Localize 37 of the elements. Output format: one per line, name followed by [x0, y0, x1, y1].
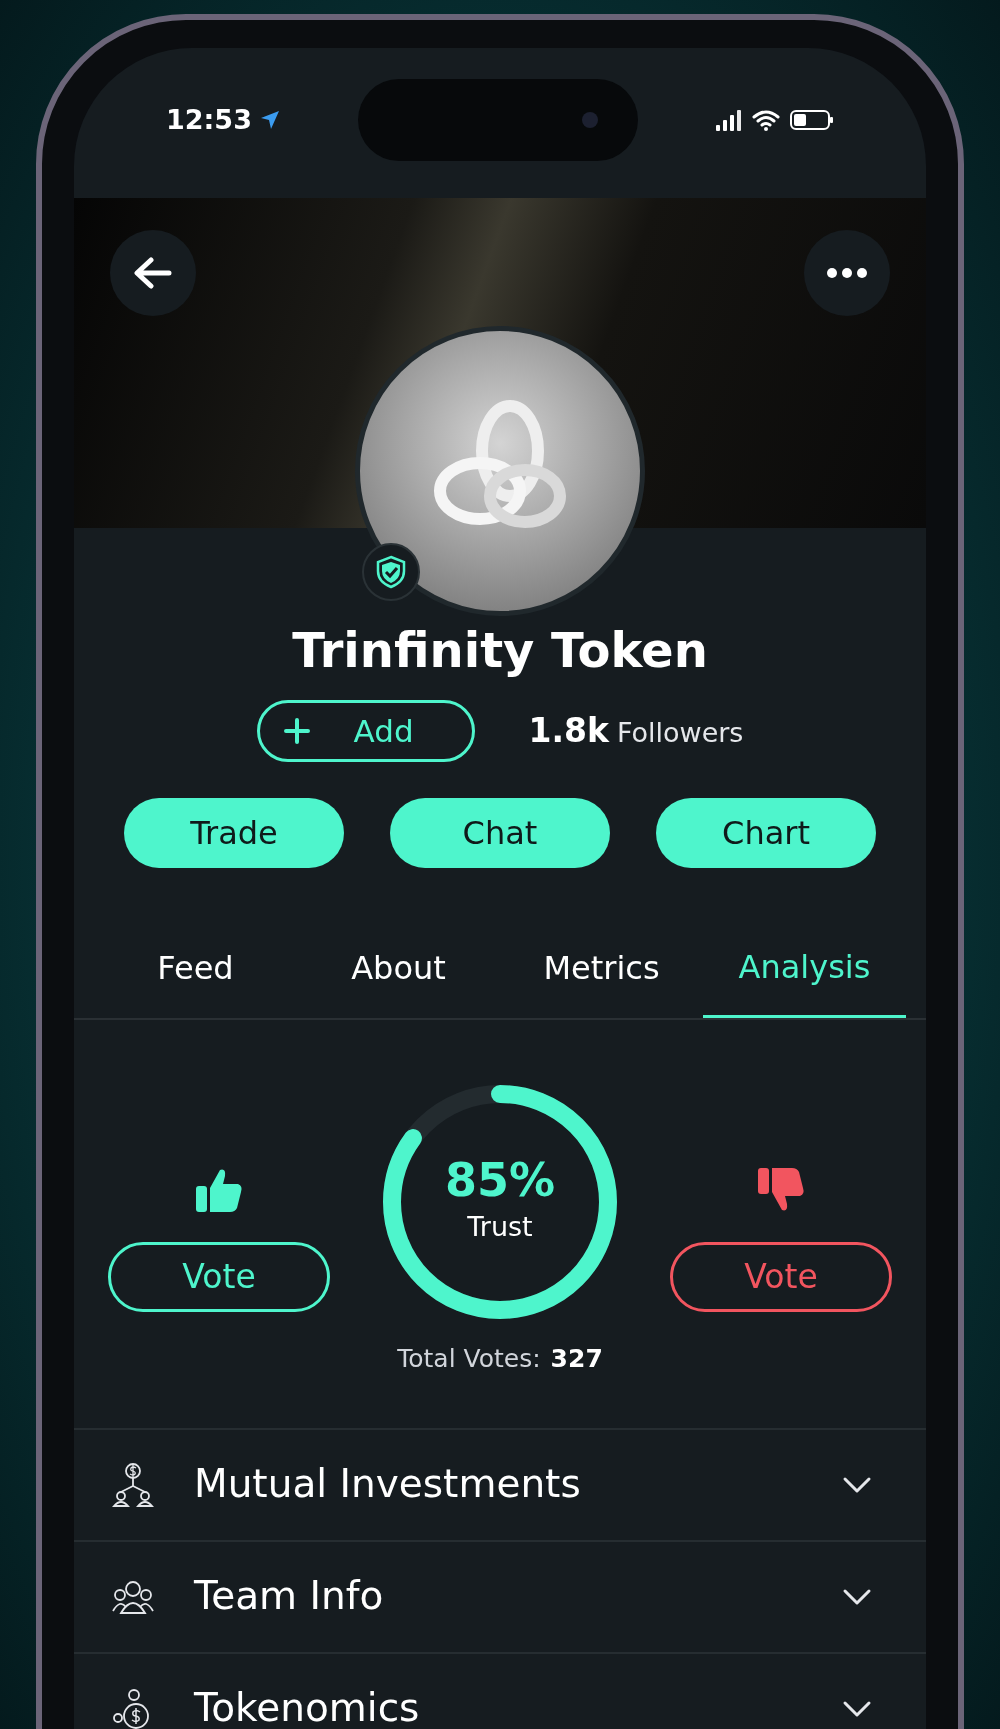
wifi-icon	[752, 109, 780, 131]
tab[interactable]: Feed	[94, 918, 297, 1018]
signal-icon	[716, 109, 742, 131]
total-votes-count: 327	[550, 1343, 603, 1375]
followers-count: 1.8k	[528, 710, 609, 753]
group-icon	[112, 1578, 154, 1615]
back-icon	[133, 257, 173, 289]
more-icon	[826, 267, 868, 279]
downvote-button[interactable]: Vote	[670, 1241, 892, 1312]
battery-icon	[790, 109, 834, 131]
action-button[interactable]: Chart	[656, 798, 876, 868]
section-title: Mutual Investments	[194, 1460, 582, 1509]
upvote-button[interactable]: Vote	[108, 1241, 330, 1312]
action-button[interactable]: Trade	[124, 798, 344, 868]
shield-check-icon	[375, 555, 407, 589]
tab[interactable]: About	[297, 918, 500, 1018]
chevron-down-icon	[842, 1699, 872, 1718]
section-title: Team Info	[194, 1572, 385, 1621]
trust-percent: 85%	[444, 1156, 556, 1203]
followers-label: Followers	[616, 716, 744, 751]
money-network-icon	[112, 1461, 154, 1508]
status-time: 12:53	[166, 102, 252, 137]
token-name: Trinfinity Token	[291, 621, 709, 680]
accordion-row[interactable]: Mutual Investments	[74, 1429, 926, 1542]
tab[interactable]: Analysis	[703, 918, 906, 1018]
tab[interactable]: Metrics	[500, 918, 703, 1018]
accordion-row[interactable]: Tokenomics	[74, 1653, 926, 1729]
chevron-down-icon	[842, 1475, 872, 1494]
add-button[interactable]: Add	[256, 700, 475, 762]
section-title: Tokenomics	[194, 1684, 421, 1729]
action-button[interactable]: Chat	[390, 798, 610, 868]
location-arrow-icon	[259, 110, 280, 130]
accordion-row[interactable]: Team Info	[74, 1541, 926, 1654]
chevron-down-icon	[842, 1587, 872, 1606]
total-votes-label: Total Votes:	[397, 1343, 541, 1375]
plus-icon	[283, 718, 310, 744]
trust-label: Trust	[467, 1209, 533, 1244]
